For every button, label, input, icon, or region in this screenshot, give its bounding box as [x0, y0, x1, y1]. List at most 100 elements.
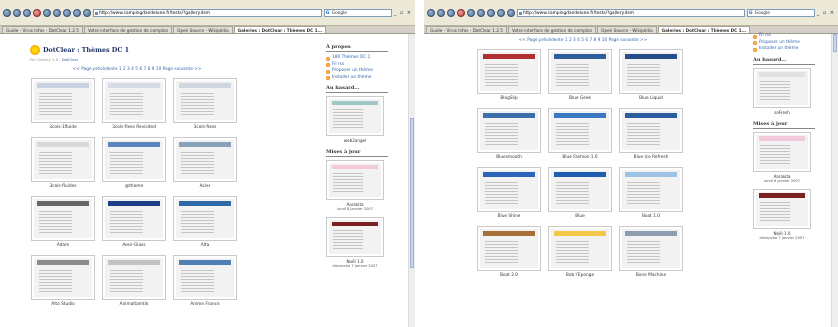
gallery-item[interactable]: Blue [547, 167, 613, 226]
theme-thumbnail[interactable] [477, 108, 541, 153]
theme-thumbnail[interactable] [548, 167, 612, 212]
theme-thumbnail[interactable] [173, 137, 237, 182]
theme-caption[interactable]: Alta [201, 243, 209, 248]
theme-thumbnail[interactable] [619, 108, 683, 153]
gallery-item[interactable]: 3cols-fluides [30, 137, 96, 196]
window-controls[interactable]: _ ▫ × [394, 10, 412, 16]
theme-thumbnail[interactable] [619, 167, 683, 212]
theme-caption[interactable]: Blue Shine [498, 214, 521, 219]
gallery-item[interactable]: Boat 1.0 [618, 167, 684, 226]
theme-caption[interactable]: 3cols-fixes [194, 125, 217, 130]
mail-icon[interactable] [497, 8, 505, 17]
byline-link[interactable]: DotClear [62, 57, 79, 62]
print-icon[interactable] [83, 8, 91, 17]
search-input[interactable]: Google [323, 8, 392, 17]
theme-thumbnail[interactable] [31, 78, 95, 123]
gallery-item[interactable]: Bob l'Eponge [547, 226, 613, 285]
random-theme[interactable]: soFresh [753, 67, 811, 115]
back-icon[interactable] [3, 8, 11, 17]
address-bar[interactable]: http://www.campingdandelune.fr/tests/?ga… [93, 8, 322, 17]
bookmarks-icon[interactable] [487, 8, 495, 17]
gallery-item[interactable]: Adam [30, 196, 96, 255]
back-icon[interactable] [427, 8, 435, 17]
apropos-link[interactable]: Installer un thème [326, 75, 388, 82]
theme-thumbnail[interactable] [173, 196, 237, 241]
random-theme[interactable]: web2angel [326, 96, 384, 143]
tab-guide[interactable]: Guide - Virus Infos - DotClear 1.2.5 [2, 26, 83, 33]
random-theme-thumbnail[interactable] [753, 67, 811, 108]
scrollbar-thumb[interactable] [410, 118, 414, 268]
pagination[interactable]: << Page précédente 1 2 3 4 5 6 7 8 9 10 … [30, 67, 244, 72]
theme-thumbnail[interactable] [619, 226, 683, 271]
theme-thumbnail[interactable] [548, 49, 612, 94]
tab-wikipedia[interactable]: Open Source - Wikipédia [597, 26, 657, 33]
theme-thumbnail[interactable] [548, 108, 612, 153]
gallery-item[interactable]: Blue Shine [476, 167, 542, 226]
forward-icon[interactable] [13, 8, 21, 17]
theme-caption[interactable]: Alto Studio [51, 302, 75, 307]
gallery-item[interactable]: BlogSlip [476, 49, 542, 108]
gallery-item[interactable]: Bluesmooth [476, 108, 542, 167]
gallery-item[interactable]: Alto Studio [30, 255, 96, 314]
history-icon[interactable] [477, 8, 485, 17]
theme-thumbnail[interactable] [619, 49, 683, 94]
gallery-item[interactable]: Blue Ice Refresh [618, 108, 684, 167]
stop-icon[interactable] [457, 8, 465, 17]
theme-thumbnail[interactable] [31, 196, 95, 241]
tab-interface[interactable]: Votre interface de gestion de comptes [83, 26, 173, 33]
theme-caption[interactable]: Boat 2.0 [500, 273, 518, 278]
theme-caption[interactable]: Bob l'Eponge [566, 273, 594, 278]
pagination[interactable]: << Page précédente 1 2 3 4 5 6 7 8 9 10 … [476, 38, 690, 43]
address-bar[interactable]: http://www.campingdandelune.fr/tests/?ga… [517, 8, 745, 17]
forward-icon[interactable] [437, 8, 445, 17]
gallery-item[interactable]: Blue Geek [547, 49, 613, 108]
theme-thumbnail[interactable] [753, 188, 811, 229]
theme-thumbnail[interactable] [31, 137, 95, 182]
scrollbar-thumb[interactable] [833, 34, 837, 52]
theme-caption[interactable]: Blue Geek [569, 96, 591, 101]
gallery-item[interactable]: Noël 1.0 dimanche 7 janvier 2007 [326, 217, 384, 268]
gallery-item[interactable]: Blue Liquid [618, 49, 684, 108]
gallery-item[interactable]: @theme [101, 137, 167, 196]
gallery-item[interactable]: Blue Fashion 1.0 [547, 108, 613, 167]
theme-caption[interactable]: 3cols-1fluide [49, 125, 76, 130]
theme-caption[interactable]: Acier [200, 184, 211, 189]
theme-caption[interactable]: Blue Fashion 1.0 [562, 155, 597, 160]
gallery-item[interactable]: Bone Machine [618, 226, 684, 285]
reload-icon[interactable] [447, 8, 455, 17]
theme-caption[interactable]: Animaltamtik [120, 302, 149, 307]
theme-thumbnail[interactable] [102, 255, 166, 300]
mail-icon[interactable] [73, 8, 81, 17]
gallery-item[interactable]: Alta [172, 196, 238, 255]
theme-caption[interactable]: Aero-Glass [122, 243, 145, 248]
tab-interface[interactable]: Votre interface de gestion de comptes [507, 26, 597, 33]
vertical-scrollbar[interactable] [831, 34, 838, 327]
apropos-link[interactable]: Installer un thème [753, 46, 815, 53]
theme-caption[interactable]: 3cols-fluides [50, 184, 77, 189]
theme-thumbnail[interactable] [477, 167, 541, 212]
tab-wikipedia[interactable]: Open Source - Wikipédia [173, 26, 233, 33]
reload-icon[interactable] [23, 8, 31, 17]
theme-thumbnail[interactable] [548, 226, 612, 271]
search-input[interactable]: Google [746, 8, 815, 17]
theme-caption[interactable]: Adam [57, 243, 69, 248]
theme-caption[interactable]: Anime France [190, 302, 219, 307]
stop-icon[interactable] [33, 8, 41, 17]
theme-thumbnail[interactable] [477, 49, 541, 94]
theme-thumbnail[interactable] [477, 226, 541, 271]
theme-thumbnail[interactable] [31, 255, 95, 300]
theme-caption[interactable]: Boat 1.0 [642, 214, 660, 219]
theme-caption[interactable]: @theme [125, 184, 143, 189]
theme-caption[interactable]: 3cols-fixes Revisited [112, 125, 156, 130]
theme-caption[interactable]: Bone Machine [636, 273, 666, 278]
random-theme-caption[interactable]: soFresh [774, 110, 790, 115]
tab-galeries[interactable]: Galeries : DotClear : Thèmes DC 1... [657, 26, 751, 33]
gallery-item[interactable]: Aero-Glass [101, 196, 167, 255]
gallery-item[interactable]: Aarakita lundi 8 janvier 2007 [753, 131, 811, 183]
gallery-item[interactable]: Acier [172, 137, 238, 196]
tab-guide[interactable]: Guide - Virus Infos - DotClear 1.2.5 [426, 26, 507, 33]
theme-thumbnail[interactable] [753, 131, 811, 172]
theme-thumbnail[interactable] [102, 137, 166, 182]
window-controls[interactable]: _ ▫ × [817, 10, 835, 16]
gallery-item[interactable]: Noël 1.0 dimanche 7 janvier 2007 [753, 188, 811, 240]
